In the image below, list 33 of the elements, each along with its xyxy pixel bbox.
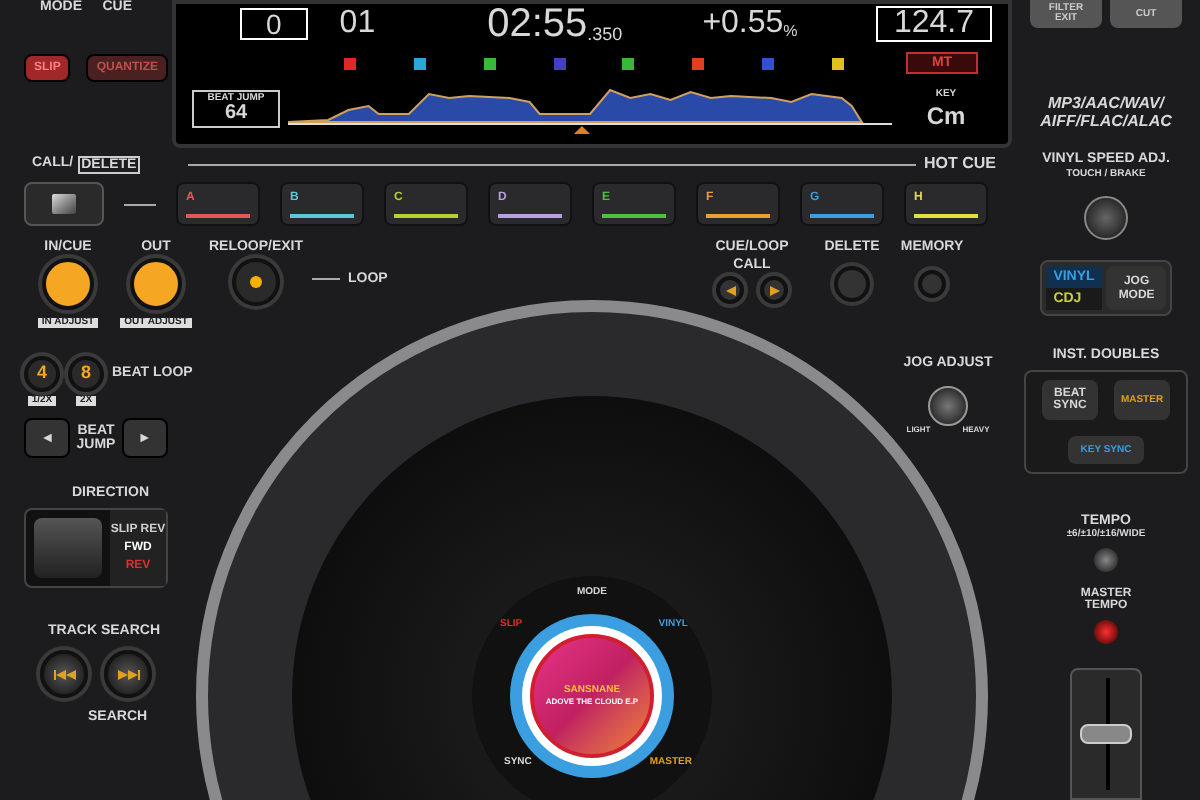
led-icon: [250, 276, 262, 288]
tempo-readout: +0.55: [702, 8, 784, 40]
left-triangle-icon: [725, 285, 735, 295]
tempo-unit: %: [783, 24, 798, 40]
beat-jump-value: 64: [224, 103, 248, 123]
next-call-button[interactable]: [760, 276, 788, 304]
call-delete-button[interactable]: [24, 182, 104, 226]
track-number: 01: [339, 8, 376, 40]
tempo-slider-thumb[interactable]: [1080, 724, 1132, 744]
track-box: 0: [240, 8, 308, 40]
button-icon: [52, 194, 76, 214]
reloop-exit-button[interactable]: [232, 258, 280, 306]
beat-loop-button[interactable]: 8: [68, 356, 104, 392]
vinyl-speed-knob[interactable]: [1084, 196, 1128, 240]
key-value: Cm: [926, 103, 966, 127]
next-track-button[interactable]: [104, 650, 152, 698]
format-label: AIFF/FLAC/ALAC: [1040, 114, 1172, 130]
bpm-readout: 124.7: [875, 6, 992, 42]
out-button[interactable]: [130, 258, 182, 310]
next-track-icon: [117, 669, 139, 679]
beat-loop-button[interactable]: 4: [24, 356, 60, 392]
hot-cue-title: HOT CUE: [924, 156, 996, 172]
previous-call-button[interactable]: [716, 276, 744, 304]
format-label: MP3/AAC/WAV/: [1047, 96, 1165, 112]
master-tempo-button[interactable]: [1094, 620, 1118, 644]
jog-adjust-knob[interactable]: [928, 386, 968, 426]
time-readout: 02:55: [487, 4, 588, 44]
in-cue-button[interactable]: [42, 258, 94, 310]
previous-track-button[interactable]: [40, 650, 88, 698]
tempo-range-button[interactable]: [1094, 548, 1118, 572]
time-milliseconds: .350: [587, 26, 623, 44]
right-triangle-icon: [769, 285, 779, 295]
previous-track-icon: [53, 669, 75, 679]
